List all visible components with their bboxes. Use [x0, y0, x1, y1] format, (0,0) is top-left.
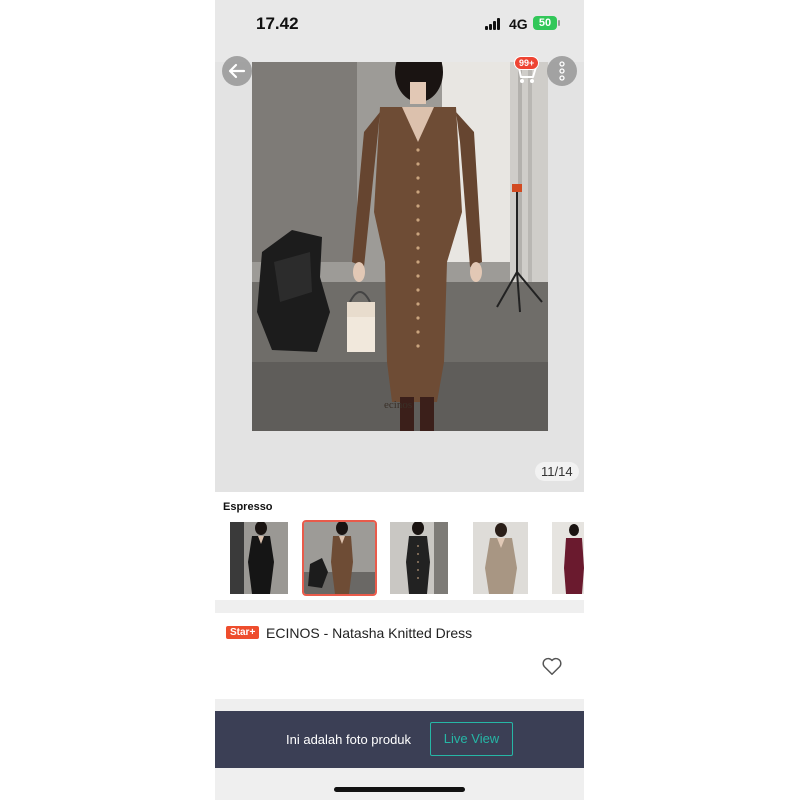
- star-plus-badge: Star+: [226, 626, 260, 639]
- more-icon: [559, 61, 565, 81]
- product-photo[interactable]: ecinos: [252, 62, 548, 431]
- live-view-banner: Ini adalah foto produk Live View: [215, 711, 584, 768]
- variant-label: Espresso: [223, 501, 273, 513]
- product-title: ECINOS - Natasha Knitted Dress: [266, 625, 473, 641]
- phone-screen: 17.42 4G 50 ecinos 99+ 11/14 Espresso St…: [215, 0, 584, 800]
- product-gallery[interactable]: ecinos 99+ 11/14: [215, 56, 584, 492]
- cart-badge: 99+: [514, 56, 540, 70]
- back-arrow-icon: [228, 63, 246, 79]
- network-type: 4G: [509, 16, 528, 32]
- gallery-counter: 11/14: [535, 462, 579, 481]
- more-button[interactable]: [547, 56, 577, 86]
- photo-watermark: ecinos: [384, 399, 412, 411]
- variant-thumb-maroon[interactable]: [552, 522, 584, 594]
- back-button[interactable]: [222, 56, 252, 86]
- variant-thumb-black-buttons[interactable]: [390, 522, 448, 594]
- banner-text: Ini adalah foto produk: [286, 732, 412, 747]
- status-bar: 17.42 4G 50: [215, 0, 584, 62]
- variant-thumb-beige[interactable]: [473, 522, 528, 594]
- battery-icon: 50: [533, 16, 560, 30]
- heart-icon: [542, 657, 562, 675]
- live-view-button[interactable]: Live View: [430, 722, 513, 756]
- variant-thumb-black[interactable]: [230, 522, 288, 594]
- status-time: 17.42: [256, 14, 299, 33]
- variant-thumb-espresso[interactable]: [302, 520, 377, 596]
- signal-icon: [485, 18, 503, 30]
- home-indicator[interactable]: [334, 787, 465, 792]
- product-info: Star+ ECINOS - Natasha Knitted Dress: [215, 613, 584, 699]
- favorite-button[interactable]: [541, 655, 563, 677]
- variant-section: Espresso: [215, 492, 584, 600]
